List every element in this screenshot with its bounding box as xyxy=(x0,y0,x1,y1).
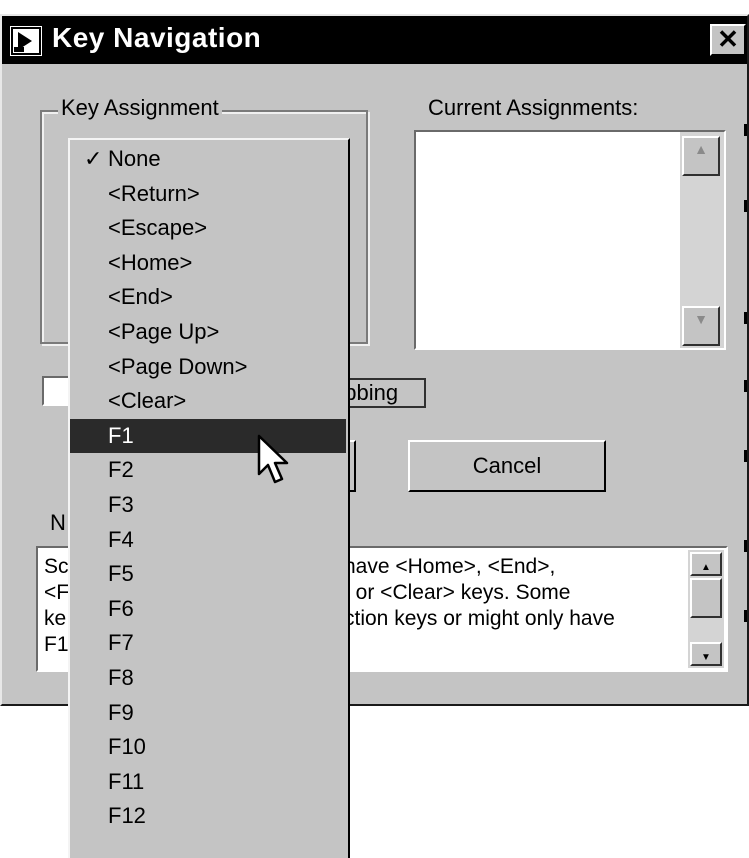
key-assignment-label: Key Assignment xyxy=(58,95,222,121)
key-assignment-dropdown-menu[interactable]: ✓ None <Return> <Escape> <Home> <End> <Page Up… xyxy=(68,138,350,858)
menu-item-label: F7 xyxy=(108,630,134,656)
notes-label: N xyxy=(50,510,66,535)
edge-mark xyxy=(744,380,747,392)
labview-vi-icon xyxy=(8,24,44,58)
menu-item-label: <Return> xyxy=(108,180,200,206)
edge-mark xyxy=(744,124,747,136)
current-assignments-label: Current Assignments: xyxy=(428,95,639,120)
close-button[interactable]: ✕ xyxy=(710,24,746,56)
scroll-down-button[interactable]: ▼ xyxy=(682,306,720,346)
menu-item-label: F2 xyxy=(108,457,134,483)
menu-item-home[interactable]: <Home> xyxy=(70,246,346,280)
menu-item-clear[interactable]: <Clear> xyxy=(70,384,346,418)
mouse-pointer-icon xyxy=(256,434,296,490)
menu-item-f1[interactable]: F1 xyxy=(70,418,346,453)
close-icon: ✕ xyxy=(717,24,739,54)
menu-item-escape[interactable]: <Escape> xyxy=(70,211,346,245)
menu-item-label: F8 xyxy=(108,665,134,690)
notes-line-3-right: ction keys or might only have xyxy=(344,607,615,630)
menu-item-label: <Escape> xyxy=(108,215,208,241)
menu-item-label: <Clear> xyxy=(108,388,187,414)
cancel-button[interactable]: Cancel xyxy=(408,440,606,492)
notes-scroll-thumb[interactable] xyxy=(690,578,722,618)
menu-item-label: F4 xyxy=(108,526,134,552)
edge-mark xyxy=(744,450,747,462)
menu-item-f4[interactable]: F4 xyxy=(70,523,346,557)
notes-scroll-down-button[interactable]: ▼ xyxy=(690,642,722,666)
menu-item-label: <Page Down> xyxy=(108,353,248,379)
menu-item-label: F6 xyxy=(108,595,134,621)
menu-item-page-up[interactable]: <Page Up> xyxy=(70,315,346,349)
edge-mark xyxy=(744,540,747,552)
menu-item-f5[interactable]: F5 xyxy=(70,557,346,591)
arrow-down-icon: ▼ xyxy=(694,311,708,327)
notes-line-2-right: , or <Clear> keys. Some xyxy=(344,581,571,604)
menu-item-label: <Home> xyxy=(108,249,193,275)
menu-item-label: F3 xyxy=(108,492,134,517)
arrow-up-icon: ▲ xyxy=(694,141,708,157)
checkmark-icon: ✓ xyxy=(84,146,103,171)
notes-line-1-left: Sc xyxy=(44,555,69,578)
menu-item-label: F1 xyxy=(108,422,134,448)
menu-item-return[interactable]: <Return> xyxy=(70,177,346,211)
menu-item-f10[interactable]: F10 xyxy=(70,730,346,764)
menu-item-none[interactable]: ✓ None xyxy=(70,142,346,176)
menu-item-label: F10 xyxy=(108,734,146,760)
menu-item-page-down[interactable]: <Page Down> xyxy=(70,350,346,384)
menu-item-f8[interactable]: F8 xyxy=(70,661,346,695)
menu-item-label: F5 xyxy=(108,561,134,587)
arrow-up-icon: ▲ xyxy=(701,562,711,573)
edge-mark xyxy=(744,312,747,324)
window-title: Key Navigation xyxy=(52,22,262,53)
notes-line-3-left: ke xyxy=(44,607,67,630)
notes-line-4-left: F1 xyxy=(44,633,69,656)
menu-item-label: <Page Up> xyxy=(108,319,220,344)
menu-item-label: <End> xyxy=(108,284,173,310)
notes-line-1-right: have <Home>, <End>, xyxy=(344,555,556,578)
notes-line-2-left: <F xyxy=(44,581,70,604)
scroll-up-button[interactable]: ▲ xyxy=(682,136,720,176)
menu-item-label: None xyxy=(108,146,161,171)
menu-item-f2[interactable]: F2 xyxy=(70,453,346,487)
menu-item-f7[interactable]: F7 xyxy=(70,626,346,660)
menu-item-end[interactable]: <End> xyxy=(70,280,346,314)
edge-mark xyxy=(744,200,747,212)
menu-item-label: F12 xyxy=(108,803,146,829)
notes-scroll-up-button[interactable]: ▲ xyxy=(690,552,722,576)
menu-item-f9[interactable]: F9 xyxy=(70,696,346,730)
menu-item-label: F11 xyxy=(108,768,145,794)
menu-item-f11[interactable]: F11 xyxy=(70,765,346,799)
menu-item-f12[interactable]: F12 xyxy=(70,799,346,833)
menu-item-f6[interactable]: F6 xyxy=(70,592,346,626)
arrow-down-icon: ▼ xyxy=(701,652,711,663)
menu-item-label: F9 xyxy=(108,699,134,725)
menu-item-f3[interactable]: F3 xyxy=(70,488,346,522)
edge-mark xyxy=(744,610,747,622)
